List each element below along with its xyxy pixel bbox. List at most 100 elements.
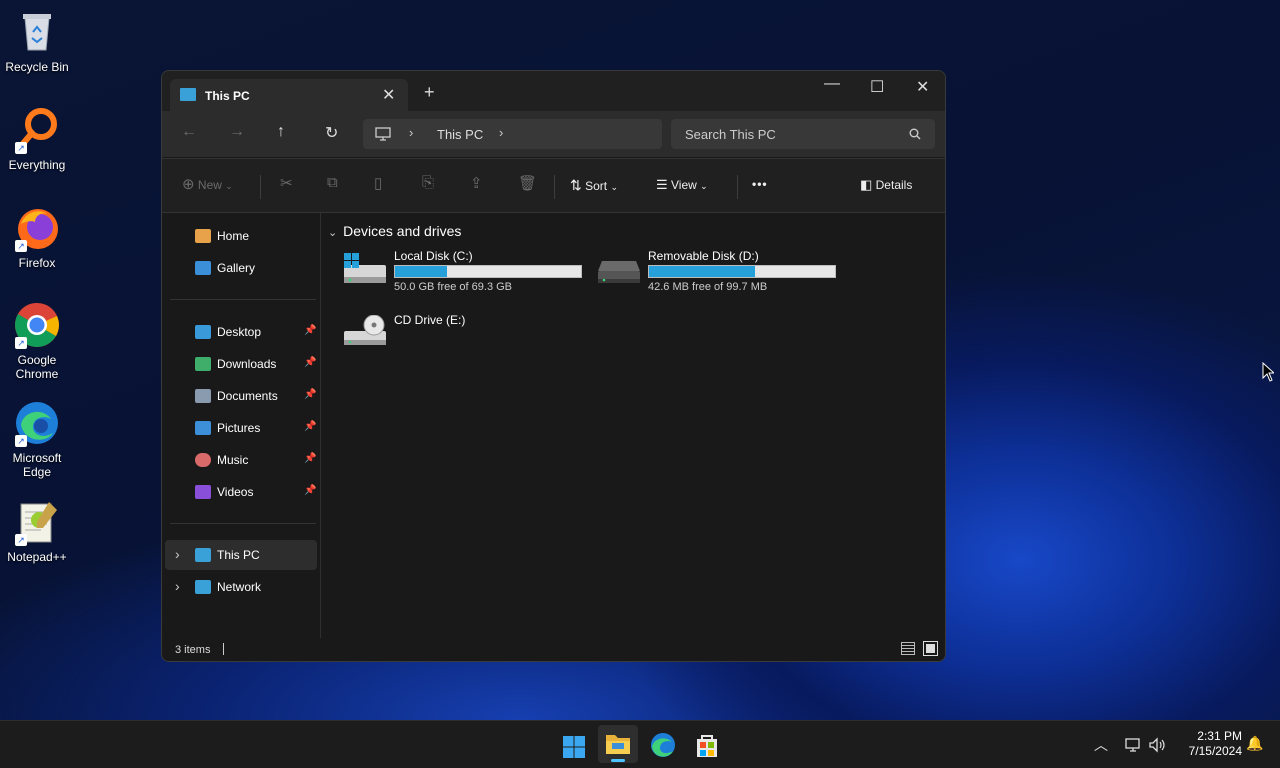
pictures-icon: [195, 421, 211, 435]
copy-icon[interactable]: ⧉: [327, 174, 338, 191]
desktop-icon-label: Google Chrome: [15, 353, 59, 381]
desktop-icon-google-chrome[interactable]: ↗ Google Chrome: [0, 301, 74, 381]
sidebar-item-label: Videos: [217, 485, 254, 499]
breadcrumb-this-pc[interactable]: This PC: [437, 127, 483, 142]
taskbar-file-explorer[interactable]: [598, 725, 638, 763]
drive-usage-bar: [648, 265, 836, 278]
start-button[interactable]: [554, 729, 594, 768]
drive-cd-e[interactable]: CD Drive (E:): [344, 311, 584, 351]
new-tab-button[interactable]: +: [424, 83, 435, 101]
rename-icon[interactable]: ⎘: [422, 174, 434, 191]
edge-icon: ↗: [13, 399, 61, 447]
new-button[interactable]: ⊕ New ⌄: [182, 175, 233, 193]
drive-name: Removable Disk (D:): [648, 249, 759, 263]
content-pane: ⌄ Devices and drives Local Disk (C:) 50.…: [322, 213, 945, 638]
command-bar: ⊕ New ⌄ ✂ ⧉ ▯ ⎘ ⇪ 🗑 ⇅ Sort ⌄ ☰ View ⌄ ••…: [162, 158, 945, 213]
drive-name: CD Drive (E:): [394, 313, 466, 327]
pin-icon: 📌: [304, 357, 317, 368]
cd-drive-icon: [344, 315, 386, 345]
minimize-button[interactable]: —: [824, 75, 840, 93]
clock[interactable]: 2:31 PM 7/15/2024: [1176, 729, 1242, 759]
tab-this-pc[interactable]: This PC ✕: [170, 79, 408, 111]
sidebar-item-music[interactable]: Music 📌: [165, 445, 317, 475]
divider: [170, 299, 316, 300]
clock-date: 7/15/2024: [1188, 744, 1242, 758]
tiles-view-icon[interactable]: [923, 641, 938, 656]
drive-removable-disk-d[interactable]: Removable Disk (D:) 42.6 MB free of 99.7…: [598, 249, 838, 297]
shortcut-arrow-icon: ↗: [15, 534, 27, 546]
taskbar-edge[interactable]: [643, 729, 683, 768]
chevron-right-icon[interactable]: ›: [175, 578, 180, 594]
home-icon: [195, 229, 211, 243]
desktop-icon-microsoft-edge[interactable]: ↗ Microsoft Edge: [0, 399, 74, 479]
drive-usage-fill: [395, 266, 448, 277]
desktop-icon-everything[interactable]: ↗ Everything: [0, 106, 74, 172]
up-arrow-icon[interactable]: ↑: [277, 123, 285, 141]
search-icon: [909, 128, 921, 140]
address-bar[interactable]: › This PC ›: [363, 119, 662, 149]
refresh-icon[interactable]: ↻: [325, 123, 338, 143]
divider: [170, 523, 316, 524]
share-icon[interactable]: ⇪: [470, 174, 483, 192]
sidebar-item-documents[interactable]: Documents 📌: [165, 381, 317, 411]
close-window-button[interactable]: ✕: [916, 77, 929, 97]
system-drive-icon: [344, 253, 386, 283]
sidebar-item-home[interactable]: Home: [165, 221, 317, 251]
view-button[interactable]: ☰ View ⌄: [656, 177, 708, 193]
shortcut-arrow-icon: ↗: [15, 435, 27, 447]
desktop-icon-recycle-bin[interactable]: Recycle Bin: [0, 8, 74, 74]
group-title: Devices and drives: [343, 223, 462, 239]
downloads-icon: [195, 357, 211, 371]
sidebar-item-pictures[interactable]: Pictures 📌: [165, 413, 317, 443]
volume-icon[interactable]: [1148, 737, 1166, 753]
gallery-icon: [195, 261, 211, 275]
chevron-down-icon: ⌄: [610, 182, 618, 192]
details-view-icon[interactable]: [901, 642, 915, 655]
plus-circle-icon: ⊕: [182, 176, 195, 193]
sidebar-item-gallery[interactable]: Gallery: [165, 253, 317, 283]
desktop-icon-label: Microsoft Edge: [12, 451, 62, 479]
network-icon: [195, 580, 211, 594]
chevron-right-icon[interactable]: ›: [175, 546, 180, 562]
videos-icon: [195, 485, 211, 499]
close-tab-icon[interactable]: ✕: [382, 85, 395, 105]
music-icon: [195, 453, 211, 467]
paste-icon[interactable]: ▯: [374, 174, 382, 192]
search-box[interactable]: Search This PC: [671, 119, 935, 149]
pin-icon: 📌: [304, 485, 317, 496]
chevron-right-icon[interactable]: ›: [499, 125, 503, 140]
shortcut-arrow-icon: ↗: [15, 337, 27, 349]
monitor-icon: [180, 88, 196, 101]
chevron-right-icon[interactable]: ›: [409, 125, 413, 140]
group-header[interactable]: ⌄ Devices and drives: [328, 223, 461, 239]
desktop-icon-label: Firefox: [18, 256, 56, 270]
details-button[interactable]: ◧ Details: [860, 177, 912, 193]
folder-icon: [606, 735, 630, 754]
maximize-button[interactable]: ☐: [870, 77, 884, 97]
notification-bell-icon[interactable]: 🔔: [1246, 735, 1263, 752]
sidebar-item-this-pc[interactable]: › This PC: [165, 540, 317, 570]
sidebar-item-downloads[interactable]: Downloads 📌: [165, 349, 317, 379]
show-hidden-icons-button[interactable]: ︿: [1094, 735, 1108, 755]
search-input[interactable]: Search This PC: [685, 127, 776, 142]
chevron-down-icon: ⌄: [225, 181, 233, 191]
sidebar-item-network[interactable]: › Network: [165, 572, 317, 602]
desktop-icon-firefox[interactable]: ↗ Firefox: [0, 204, 74, 270]
more-options-button[interactable]: •••: [752, 177, 768, 191]
forward-arrow-icon[interactable]: →: [229, 123, 245, 141]
drive-local-disk-c[interactable]: Local Disk (C:) 50.0 GB free of 69.3 GB: [344, 249, 584, 297]
pin-icon: 📌: [304, 421, 317, 432]
desktop-icon-notepadpp[interactable]: ↗ Notepad++: [0, 498, 74, 564]
taskbar-microsoft-store[interactable]: [687, 729, 727, 768]
sort-button[interactable]: ⇅ Sort ⌄: [570, 177, 618, 194]
sidebar-item-videos[interactable]: Videos 📌: [165, 477, 317, 507]
sort-label: Sort: [585, 179, 608, 193]
new-label: New: [197, 178, 222, 192]
network-icon[interactable]: [1124, 737, 1142, 753]
desktop-icon-label: Notepad++: [7, 550, 67, 564]
cut-icon[interactable]: ✂: [280, 174, 293, 192]
sidebar-item-desktop[interactable]: Desktop 📌: [165, 317, 317, 347]
back-arrow-icon[interactable]: ←: [181, 123, 197, 141]
delete-icon[interactable]: 🗑: [518, 174, 537, 192]
drive-free-space: 42.6 MB free of 99.7 MB: [648, 281, 768, 293]
